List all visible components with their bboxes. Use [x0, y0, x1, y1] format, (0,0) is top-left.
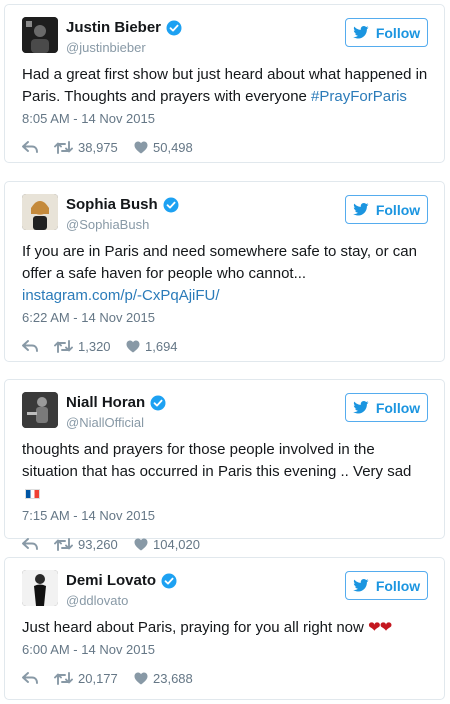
- heart-icon: [134, 141, 148, 153]
- tweet-timestamp[interactable]: 7:15 AM - 14 Nov 2015: [22, 508, 428, 524]
- tweet-header: Justin Bieber @justinbieber Follow: [22, 17, 428, 61]
- follow-button[interactable]: Follow: [345, 195, 428, 224]
- tweet-header: Sophia Bush @SophiaBush Follow: [22, 194, 428, 238]
- follow-label: Follow: [375, 577, 421, 594]
- tweet-text: Just heard about Paris, praying for you …: [22, 617, 428, 639]
- tweet-card: Justin Bieber @justinbieber Follow Had a…: [4, 4, 445, 163]
- tweet-text: If you are in Paris and need somewhere s…: [22, 241, 428, 307]
- tweet-header: Niall Horan @NiallOfficial Follow: [22, 392, 428, 436]
- tweet-actions: 20,177 23,688: [22, 658, 428, 698]
- tweet-timestamp[interactable]: 6:00 AM - 14 Nov 2015: [22, 642, 428, 658]
- retweet-button[interactable]: 20,177: [54, 671, 134, 686]
- tweet-card: Sophia Bush @SophiaBush Follow If you ar…: [4, 181, 445, 362]
- retweet-button[interactable]: 38,975: [54, 140, 134, 155]
- retweet-icon: [54, 537, 73, 551]
- twitter-bird-icon: [353, 579, 369, 592]
- twitter-bird-icon: [353, 203, 369, 216]
- retweet-count: 1,320: [78, 338, 111, 354]
- user-names: Sophia Bush @SophiaBush: [66, 195, 179, 232]
- like-button[interactable]: 23,688: [134, 671, 193, 686]
- avatar[interactable]: [22, 194, 58, 230]
- twitter-bird-icon: [353, 26, 369, 39]
- heart-icon: [134, 672, 148, 684]
- verified-badge-icon: [150, 395, 166, 410]
- reply-button[interactable]: [22, 672, 54, 684]
- tweet-body: Just heard about Paris, praying for you …: [22, 619, 369, 636]
- avatar[interactable]: [22, 17, 58, 53]
- twitter-bird-icon: [353, 401, 369, 414]
- follow-label: Follow: [375, 399, 421, 416]
- like-button[interactable]: 104,020: [134, 537, 200, 552]
- like-count: 23,688: [153, 670, 193, 686]
- heart-icon: [134, 538, 148, 550]
- user-names: Niall Horan @NiallOfficial: [66, 393, 166, 430]
- display-name[interactable]: Sophia Bush: [66, 196, 158, 213]
- verified-badge-icon: [166, 20, 182, 35]
- tweet-body: If you are in Paris and need somewhere s…: [22, 243, 417, 282]
- verified-badge-icon: [163, 197, 179, 212]
- follow-button[interactable]: Follow: [345, 571, 428, 600]
- display-name[interactable]: Niall Horan: [66, 394, 145, 411]
- reply-button[interactable]: [22, 340, 54, 352]
- avatar[interactable]: [22, 392, 58, 428]
- tweet-actions: 1,320 1,694: [22, 326, 428, 366]
- retweet-count: 38,975: [78, 139, 118, 155]
- french-flag-icon: [25, 489, 40, 499]
- retweet-icon: [54, 671, 73, 685]
- display-name[interactable]: Justin Bieber: [66, 19, 161, 36]
- instagram-link[interactable]: instagram.com/p/-CxPqAjiFU/: [22, 287, 220, 304]
- user-handle[interactable]: @SophiaBush: [66, 217, 179, 232]
- reply-button[interactable]: [22, 538, 54, 550]
- tweet-body: thoughts and prayers for those people in…: [22, 441, 412, 480]
- hashtag-link[interactable]: #PrayForParis: [311, 88, 407, 105]
- follow-label: Follow: [375, 24, 421, 41]
- user-names: Demi Lovato @ddlovato: [66, 571, 177, 608]
- like-button[interactable]: 50,498: [134, 140, 193, 155]
- retweet-button[interactable]: 93,260: [54, 537, 134, 552]
- user-handle[interactable]: @justinbieber: [66, 40, 182, 55]
- reply-button[interactable]: [22, 141, 54, 153]
- reply-icon: [22, 538, 38, 550]
- retweet-count: 93,260: [78, 536, 118, 552]
- user-handle[interactable]: @ddlovato: [66, 593, 177, 608]
- reply-icon: [22, 141, 38, 153]
- tweet-text: Had a great first show but just heard ab…: [22, 64, 428, 108]
- user-names: Justin Bieber @justinbieber: [66, 18, 182, 55]
- retweet-icon: [54, 339, 73, 353]
- tweet-header: Demi Lovato @ddlovato Follow: [22, 570, 428, 614]
- retweet-button[interactable]: 1,320: [54, 339, 126, 354]
- reply-icon: [22, 672, 38, 684]
- hearts-emoji: ❤❤: [368, 619, 392, 636]
- tweet-actions: 38,975 50,498: [22, 127, 428, 167]
- display-name[interactable]: Demi Lovato: [66, 572, 156, 589]
- retweet-count: 20,177: [78, 670, 118, 686]
- reply-icon: [22, 340, 38, 352]
- tweet-timestamp[interactable]: 8:05 AM - 14 Nov 2015: [22, 111, 428, 127]
- tweet-card: Demi Lovato @ddlovato Follow Just heard …: [4, 557, 445, 700]
- user-handle[interactable]: @NiallOfficial: [66, 415, 166, 430]
- like-count: 104,020: [153, 536, 200, 552]
- tweet-text: thoughts and prayers for those people in…: [22, 439, 428, 505]
- follow-label: Follow: [375, 201, 421, 218]
- verified-badge-icon: [161, 573, 177, 588]
- follow-button[interactable]: Follow: [345, 18, 428, 47]
- like-button[interactable]: 1,694: [126, 339, 178, 354]
- like-count: 1,694: [145, 338, 178, 354]
- heart-icon: [126, 340, 140, 352]
- tweet-card: Niall Horan @NiallOfficial Follow though…: [4, 379, 445, 552]
- avatar[interactable]: [22, 570, 58, 606]
- retweet-icon: [54, 140, 73, 154]
- tweet-timestamp[interactable]: 6:22 AM - 14 Nov 2015: [22, 310, 428, 326]
- follow-button[interactable]: Follow: [345, 393, 428, 422]
- like-count: 50,498: [153, 139, 193, 155]
